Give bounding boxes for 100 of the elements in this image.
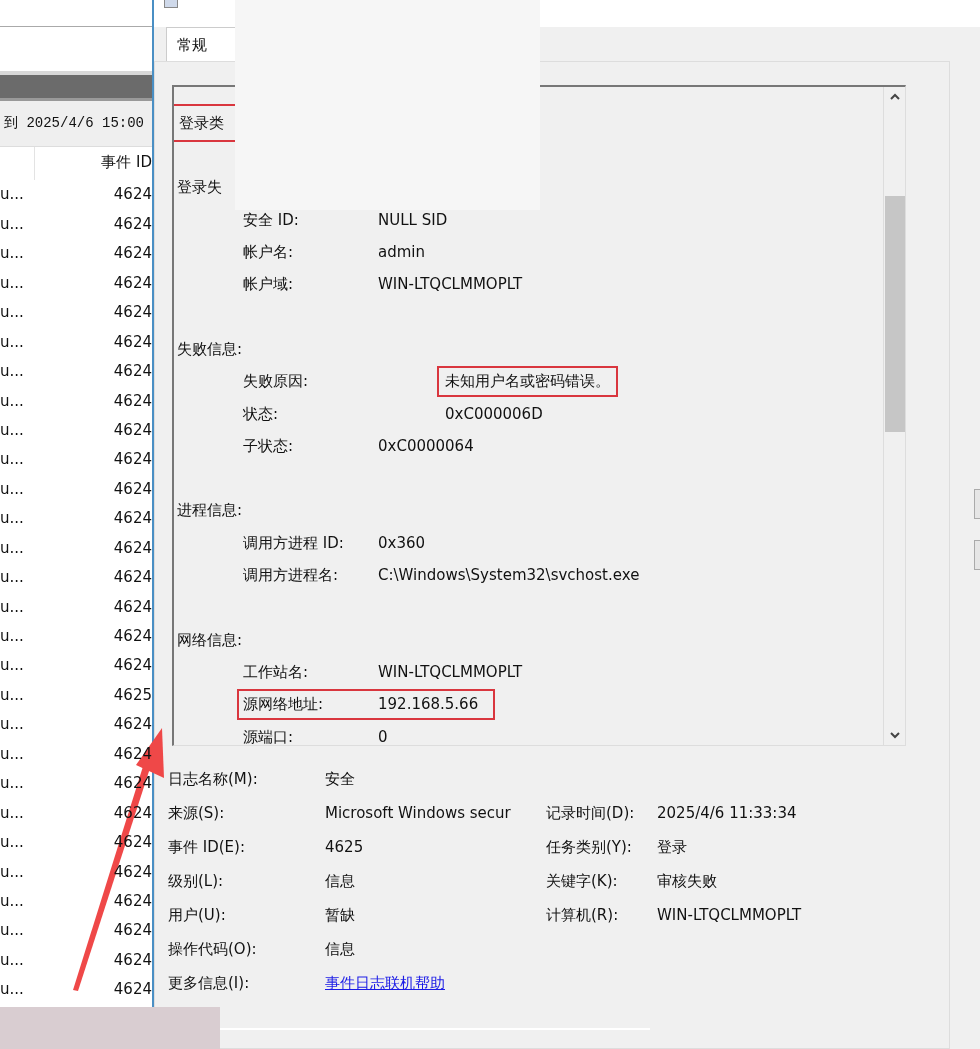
field-label: 调用方进程 ID: xyxy=(243,532,345,554)
field-value: admin xyxy=(378,242,425,264)
table-cell-text: 4624 xyxy=(113,449,152,471)
table-cell-text: 4624 xyxy=(113,390,152,412)
table-cell-text: u... xyxy=(0,478,24,500)
property-value: 信息 xyxy=(325,870,356,892)
section-heading: 失败信息: xyxy=(177,339,243,358)
property-label: 关键字(K): xyxy=(546,870,619,892)
field-label: 状态: xyxy=(243,403,280,425)
property-label: 级别(L): xyxy=(168,870,225,892)
table-cell-text: u... xyxy=(0,213,24,235)
field-label: 失败原因: xyxy=(243,371,310,393)
field-value: 0xC000006D xyxy=(445,403,543,425)
scrollbar[interactable] xyxy=(883,87,905,745)
table-cell-text: 4624 xyxy=(113,890,152,912)
field-label: 帐户名: xyxy=(243,242,295,264)
property-value: 暂缺 xyxy=(325,904,356,926)
field-value: 未知用户名或密码错误。 xyxy=(445,372,610,391)
table-cell-text: 4624 xyxy=(113,567,152,589)
table-cell-text: u... xyxy=(0,949,24,971)
table-cell-text: u... xyxy=(0,272,24,294)
field-value: NULL SID xyxy=(378,209,448,231)
table-cell-text: u... xyxy=(0,302,24,324)
property-value: 登录 xyxy=(657,836,688,858)
section-heading: 登录类 xyxy=(179,113,224,132)
column-header[interactable]: 事件 ID xyxy=(35,147,152,180)
property-value: 4625 xyxy=(325,836,365,858)
app-icon xyxy=(164,0,178,8)
table-cell-text: u... xyxy=(0,596,24,618)
table-cell-text: 4624 xyxy=(113,419,152,441)
table-cell-text: u... xyxy=(0,331,24,353)
table-cell-text: u... xyxy=(0,537,24,559)
property-label: 记录时间(D): xyxy=(546,802,636,824)
table-cell-text: u... xyxy=(0,419,24,441)
table-cell-text: u... xyxy=(0,449,24,471)
table-cell-text: u... xyxy=(0,626,24,648)
property-label: 来源(S): xyxy=(168,802,226,824)
table-cell-text: 4624 xyxy=(113,508,152,530)
table-cell-text: u... xyxy=(0,832,24,854)
table-cell-text: 4624 xyxy=(113,920,152,942)
field-label: 工作站名: xyxy=(243,661,310,683)
table-cell-text: 4624 xyxy=(113,655,152,677)
table-cell-text: u... xyxy=(0,567,24,589)
table-cell-text: 4624 xyxy=(113,596,152,618)
property-value: 信息 xyxy=(325,938,356,960)
table-cell-text: 4624 xyxy=(113,331,152,353)
field-value: WIN-LTQCLMMOPLT xyxy=(378,274,523,296)
property-label: 用户(U): xyxy=(168,904,227,926)
scrollbar-thumb[interactable] xyxy=(884,196,905,432)
property-label: 操作代码(O): xyxy=(168,938,258,960)
field-value: 0 xyxy=(378,726,388,745)
section-heading: 网络信息: xyxy=(177,630,243,649)
table-cell-text: u... xyxy=(0,979,24,1001)
field-label: 源网络地址: xyxy=(243,694,325,716)
table-cell-text: 4624 xyxy=(113,213,152,235)
table-cell-text: 4625 xyxy=(113,684,152,706)
tab[interactable]: 常规 xyxy=(166,27,236,61)
table-cell-text: u... xyxy=(0,714,24,736)
field-label: 安全 ID: xyxy=(243,209,300,231)
table-cell-text: 4624 xyxy=(113,302,152,324)
property-label: 更多信息(I): xyxy=(168,972,251,994)
help-link[interactable]: 事件日志联机帮助 xyxy=(325,973,445,992)
field-value: C:\Windows\System32\svchost.exe xyxy=(378,565,640,587)
table-cell-text: 4624 xyxy=(113,626,152,648)
field-label: 子状态: xyxy=(243,435,295,457)
table-cell-text: u... xyxy=(0,243,24,265)
table-cell-text: 4624 xyxy=(113,979,152,1001)
table-cell-text: 4624 xyxy=(113,243,152,265)
table-cell-text: u... xyxy=(0,890,24,912)
table-cell-text: 4624 xyxy=(113,537,152,559)
table-cell-text: u... xyxy=(0,743,24,765)
table-cell-text: 4624 xyxy=(113,361,152,383)
table-cell-text: u... xyxy=(0,390,24,412)
time-range-text: 到 2025/4/6 15:00 xyxy=(4,114,145,133)
field-value: 0xC0000064 xyxy=(378,435,474,457)
property-value: WIN-LTQCLMMOPLT xyxy=(657,904,803,926)
table-cell-text: u... xyxy=(0,684,24,706)
scroll-down-icon[interactable] xyxy=(888,729,901,741)
section-heading: 进程信息: xyxy=(177,501,243,520)
field-label: 帐户域: xyxy=(243,274,295,296)
field-label: 调用方进程名: xyxy=(243,565,340,587)
table-cell-text: 4624 xyxy=(113,478,152,500)
property-label: 日志名称(M): xyxy=(168,768,259,790)
table-cell-text: u... xyxy=(0,655,24,677)
table-cell-text: 4624 xyxy=(113,714,152,736)
property-value: 安全 xyxy=(325,768,356,790)
table-cell-text: 4624 xyxy=(113,949,152,971)
table-cell-text: 4624 xyxy=(113,184,152,206)
table-cell-text: 4624 xyxy=(113,272,152,294)
table-cell-text: u... xyxy=(0,802,24,824)
table-cell-text: u... xyxy=(0,861,24,883)
field-label: 源端口: xyxy=(243,726,295,745)
table-cell-text: u... xyxy=(0,361,24,383)
field-value: WIN-LTQCLMMOPLT xyxy=(378,661,523,683)
table-cell-text: u... xyxy=(0,508,24,530)
property-label: 任务类别(Y): xyxy=(546,836,633,858)
table-cell-text: u... xyxy=(0,184,24,206)
property-value: Microsoft Windows secur xyxy=(325,802,512,824)
section-heading: 登录失 xyxy=(177,178,222,197)
table-cell-text: u... xyxy=(0,773,24,795)
